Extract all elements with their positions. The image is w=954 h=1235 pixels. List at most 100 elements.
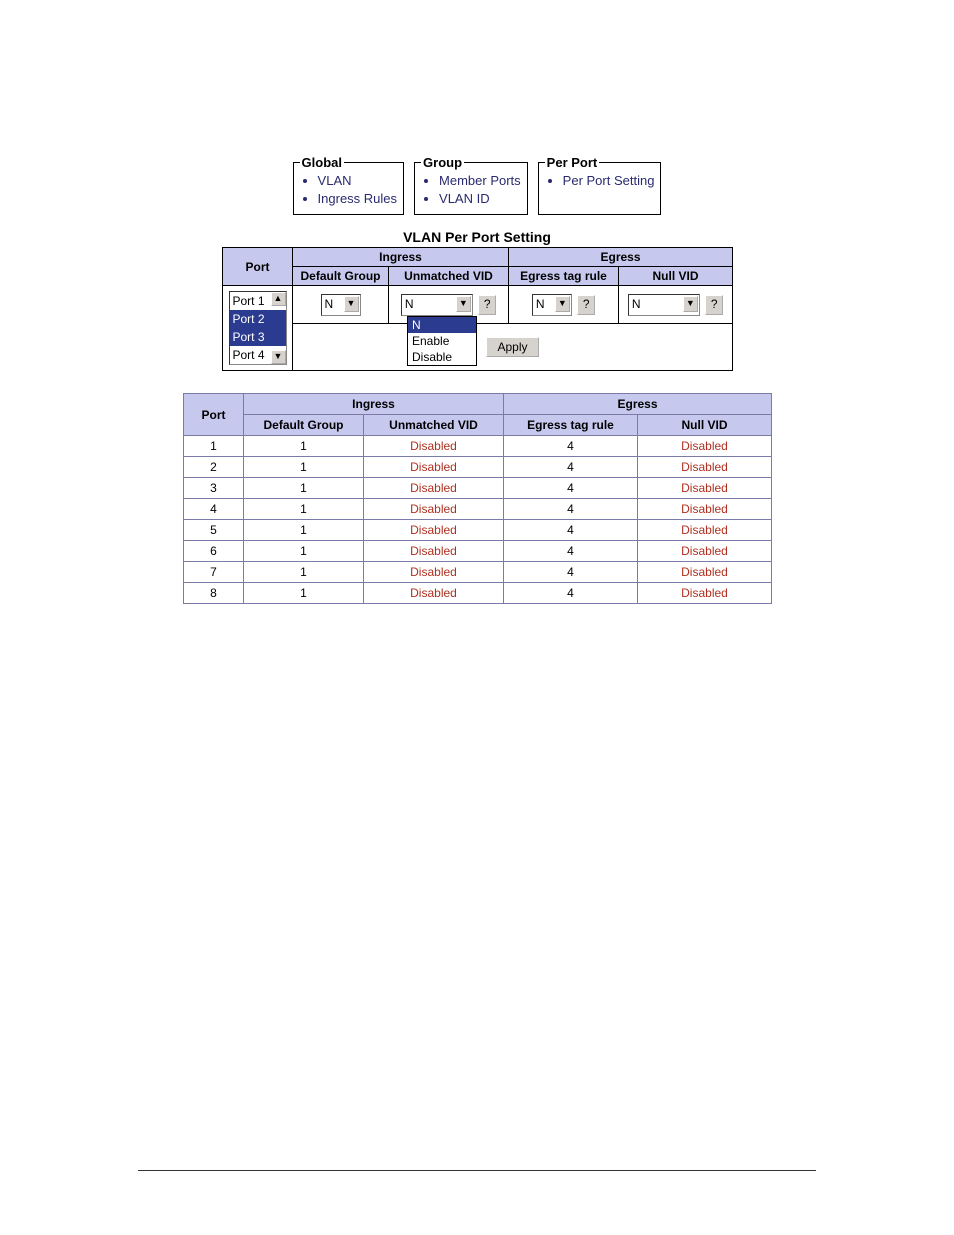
status-cell-egress-tag-rule: 4	[504, 478, 638, 499]
status-cell-port: 4	[184, 499, 244, 520]
status-cell-egress-tag-rule: 4	[504, 436, 638, 457]
apply-button[interactable]: Apply	[486, 337, 538, 357]
status-cell-egress-tag-rule: 4	[504, 457, 638, 478]
status-header-egress-tag-rule: Egress tag rule	[504, 415, 638, 436]
status-cell-default-group: 1	[244, 520, 364, 541]
port-multiselect[interactable]: ▲ Port 1 Port 2 Port 3 Port 4 ▼	[229, 291, 287, 365]
status-header-egress: Egress	[504, 394, 772, 415]
status-cell-port: 6	[184, 541, 244, 562]
unmatched-vid-option-enable[interactable]: Enable	[408, 333, 476, 349]
port-option-2[interactable]: Port 2	[230, 310, 286, 328]
status-header-port: Port	[184, 394, 244, 436]
status-cell-port: 7	[184, 562, 244, 583]
footer-divider	[138, 1170, 816, 1171]
status-row: 41Disabled4Disabled	[184, 499, 772, 520]
unmatched-vid-dropdown-panel[interactable]: N Enable Disable	[407, 316, 477, 366]
status-cell-default-group: 1	[244, 478, 364, 499]
status-cell-default-group: 1	[244, 583, 364, 604]
perport-fieldset: Per Port Per Port Setting	[538, 155, 662, 215]
status-cell-egress-tag-rule: 4	[504, 562, 638, 583]
default-group-select[interactable]: N ▼	[321, 294, 361, 316]
status-cell-port: 3	[184, 478, 244, 499]
nav-link-member-ports[interactable]: Member Ports	[439, 172, 521, 190]
status-cell-port: 5	[184, 520, 244, 541]
status-cell-egress-tag-rule: 4	[504, 541, 638, 562]
config-header-unmatched-vid: Unmatched VID	[389, 267, 509, 286]
status-row: 51Disabled4Disabled	[184, 520, 772, 541]
status-cell-null-vid: Disabled	[638, 478, 772, 499]
status-row: 21Disabled4Disabled	[184, 457, 772, 478]
status-cell-default-group: 1	[244, 541, 364, 562]
status-cell-null-vid: Disabled	[638, 520, 772, 541]
status-header-ingress: Ingress	[244, 394, 504, 415]
status-cell-null-vid: Disabled	[638, 499, 772, 520]
status-cell-default-group: 1	[244, 436, 364, 457]
chevron-down-icon[interactable]: ▼	[344, 296, 359, 312]
status-cell-default-group: 1	[244, 562, 364, 583]
unmatched-vid-help-button[interactable]: ?	[478, 295, 496, 315]
global-fieldset: Global VLAN Ingress Rules	[293, 155, 404, 215]
global-legend: Global	[300, 155, 344, 170]
section-title: VLAN Per Port Setting	[0, 229, 954, 245]
config-header-null-vid: Null VID	[619, 267, 733, 286]
status-table: Port Ingress Egress Default Group Unmatc…	[183, 393, 772, 604]
null-vid-select-value: N	[629, 295, 644, 313]
chevron-down-icon[interactable]: ▼	[683, 296, 698, 312]
nav-fieldsets-row: Global VLAN Ingress Rules Group Member P…	[0, 155, 954, 215]
config-header-port: Port	[223, 248, 293, 286]
egress-tag-rule-help-button[interactable]: ?	[577, 295, 595, 315]
status-row: 11Disabled4Disabled	[184, 436, 772, 457]
status-cell-unmatched-vid: Disabled	[364, 436, 504, 457]
status-cell-unmatched-vid: Disabled	[364, 541, 504, 562]
status-cell-port: 2	[184, 457, 244, 478]
config-header-ingress: Ingress	[293, 248, 509, 267]
status-row: 81Disabled4Disabled	[184, 583, 772, 604]
status-cell-egress-tag-rule: 4	[504, 499, 638, 520]
status-cell-egress-tag-rule: 4	[504, 520, 638, 541]
status-cell-default-group: 1	[244, 457, 364, 478]
status-cell-null-vid: Disabled	[638, 457, 772, 478]
status-row: 31Disabled4Disabled	[184, 478, 772, 499]
null-vid-help-button[interactable]: ?	[705, 295, 723, 315]
status-row: 61Disabled4Disabled	[184, 541, 772, 562]
unmatched-vid-select-value: N	[402, 295, 417, 313]
chevron-down-icon[interactable]: ▼	[555, 296, 570, 312]
config-header-egress: Egress	[509, 248, 733, 267]
egress-tag-rule-select[interactable]: N ▼	[532, 294, 572, 316]
status-cell-egress-tag-rule: 4	[504, 583, 638, 604]
null-vid-select[interactable]: N ▼	[628, 294, 700, 316]
unmatched-vid-option-n[interactable]: N	[408, 317, 476, 333]
status-cell-unmatched-vid: Disabled	[364, 562, 504, 583]
port-option-3[interactable]: Port 3	[230, 328, 286, 346]
status-cell-unmatched-vid: Disabled	[364, 457, 504, 478]
status-cell-port: 1	[184, 436, 244, 457]
status-cell-unmatched-vid: Disabled	[364, 583, 504, 604]
nav-link-vlan[interactable]: VLAN	[318, 172, 397, 190]
group-fieldset: Group Member Ports VLAN ID	[414, 155, 528, 215]
unmatched-vid-select[interactable]: N ▼	[401, 294, 473, 316]
status-cell-port: 8	[184, 583, 244, 604]
status-cell-default-group: 1	[244, 499, 364, 520]
nav-link-ingress-rules[interactable]: Ingress Rules	[318, 190, 397, 208]
status-cell-null-vid: Disabled	[638, 562, 772, 583]
port-multiselect-scroll-up-button[interactable]: ▲	[271, 292, 286, 306]
nav-link-vlan-id[interactable]: VLAN ID	[439, 190, 521, 208]
status-cell-unmatched-vid: Disabled	[364, 499, 504, 520]
unmatched-vid-option-disable[interactable]: Disable	[408, 349, 476, 365]
status-cell-unmatched-vid: Disabled	[364, 478, 504, 499]
default-group-select-value: N	[322, 295, 337, 313]
egress-tag-rule-select-value: N	[533, 295, 548, 313]
status-row: 71Disabled4Disabled	[184, 562, 772, 583]
nav-link-per-port-setting[interactable]: Per Port Setting	[563, 172, 655, 190]
chevron-down-icon[interactable]: ▼	[456, 296, 471, 312]
config-header-default-group: Default Group	[293, 267, 389, 286]
status-header-default-group: Default Group	[244, 415, 364, 436]
status-cell-null-vid: Disabled	[638, 541, 772, 562]
config-header-egress-tag-rule: Egress tag rule	[509, 267, 619, 286]
perport-legend: Per Port	[545, 155, 600, 170]
status-header-null-vid: Null VID	[638, 415, 772, 436]
status-header-unmatched-vid: Unmatched VID	[364, 415, 504, 436]
status-cell-unmatched-vid: Disabled	[364, 520, 504, 541]
status-cell-null-vid: Disabled	[638, 436, 772, 457]
port-multiselect-scroll-down-button[interactable]: ▼	[271, 350, 286, 364]
